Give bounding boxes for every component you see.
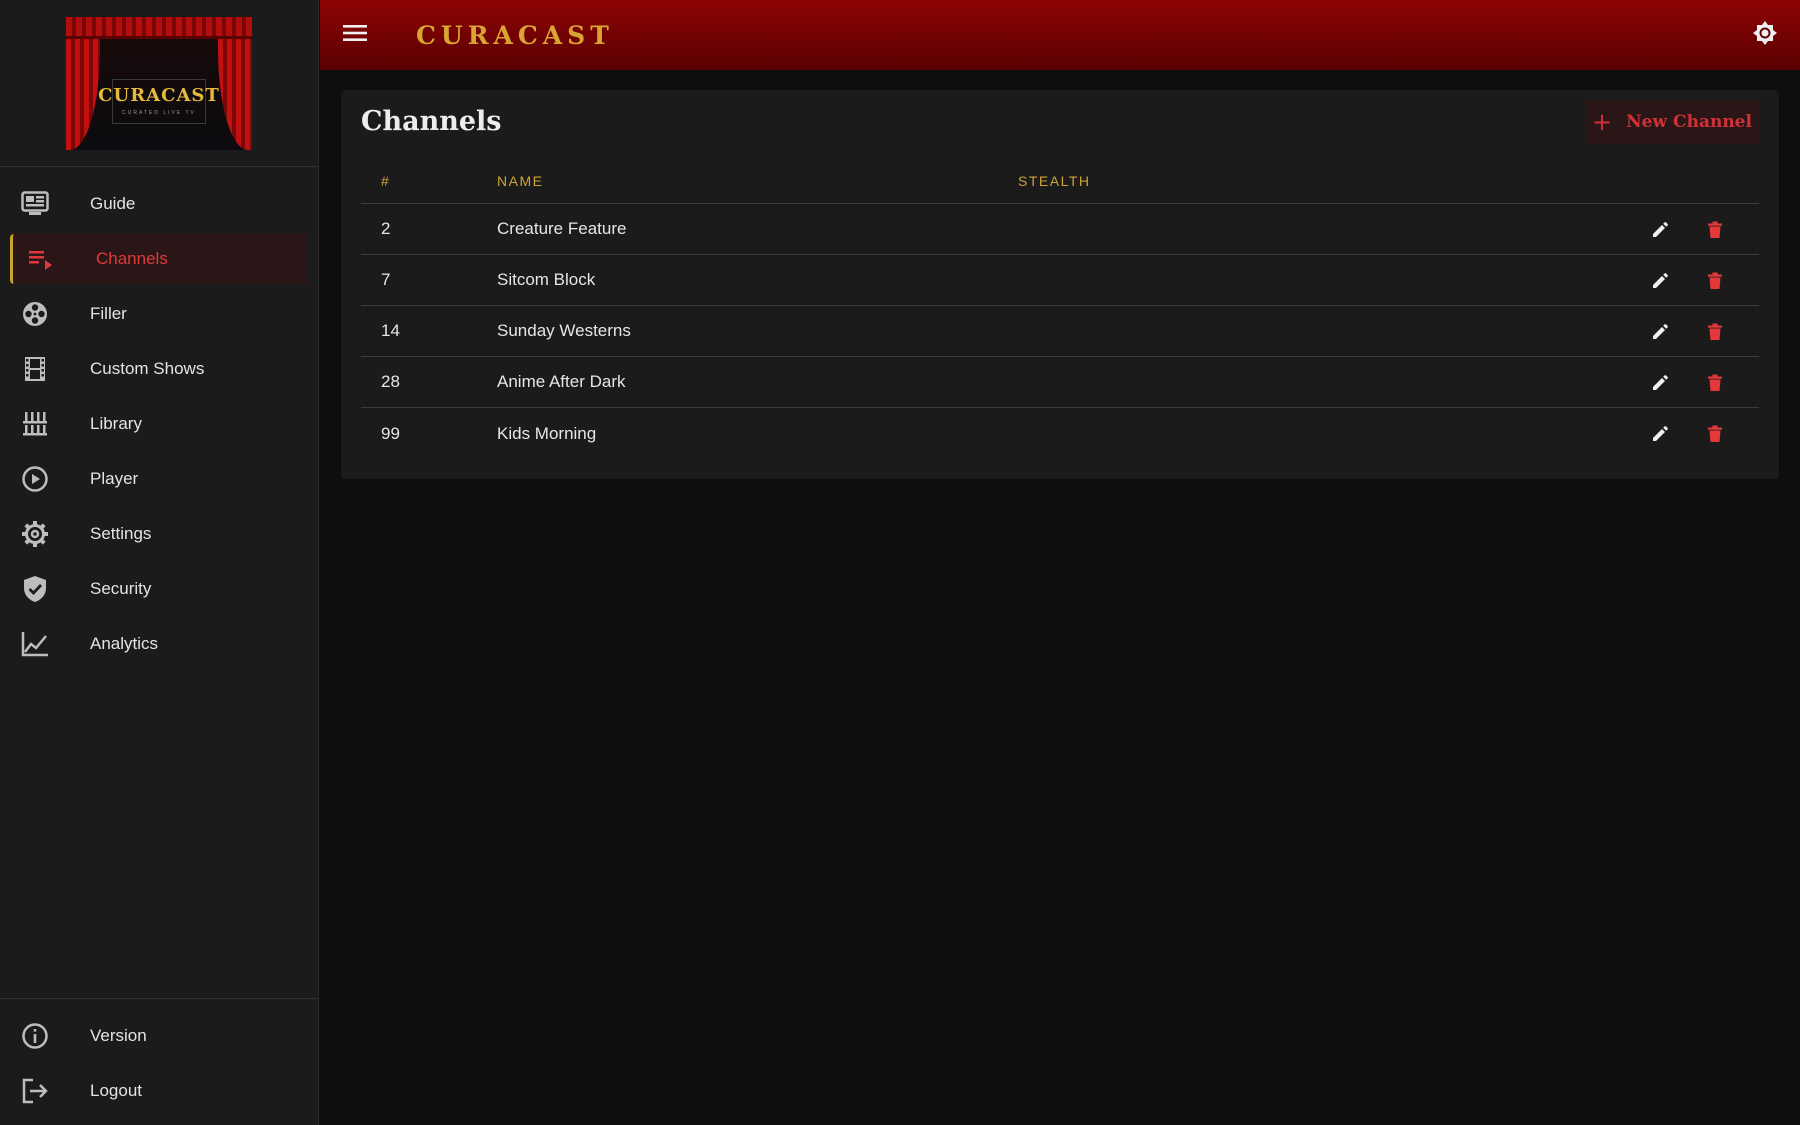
gear-icon	[20, 519, 50, 549]
edit-icon[interactable]	[1648, 422, 1672, 446]
column-header-stealth[interactable]: STEALTH	[1018, 173, 1518, 189]
row-actions	[1617, 255, 1727, 306]
channel-name: Kids Morning	[497, 423, 597, 443]
app-brand-title[interactable]: CURACAST	[416, 21, 614, 50]
channel-name: Sunday Westerns	[497, 321, 631, 340]
logo-area: CURACAST CURATED LIVE TV	[0, 0, 318, 167]
guide-icon	[20, 189, 50, 219]
row-actions	[1617, 306, 1727, 357]
table-row[interactable]: 28 Anime After Dark	[361, 357, 1759, 408]
sidebar: CURACAST CURATED LIVE TV Guide Channels …	[0, 0, 319, 1125]
sidebar-item-label: Settings	[90, 524, 152, 543]
channel-number: 2	[381, 219, 391, 238]
channel-name: Anime After Dark	[497, 372, 626, 391]
table-row[interactable]: 7 Sitcom Block	[361, 255, 1759, 306]
sidebar-item-logout[interactable]: Logout	[10, 1066, 308, 1116]
channel-name: Creature Feature	[497, 219, 627, 238]
sidebar-item-player[interactable]: Player	[10, 454, 308, 504]
channels-table: # NAME STEALTH 2 Creature Feature 7 Sitc…	[361, 158, 1759, 459]
sidebar-item-label: Security	[90, 579, 152, 598]
shield-icon	[20, 574, 50, 604]
table-header: # NAME STEALTH	[361, 158, 1759, 204]
channels-panel: Channels + New Channel # NAME STEALTH 2 …	[341, 90, 1779, 479]
delete-icon[interactable]	[1703, 371, 1727, 395]
edit-icon[interactable]	[1648, 269, 1672, 293]
sidebar-item-label: Custom Shows	[90, 359, 205, 378]
info-icon	[20, 1021, 50, 1051]
film-strip-icon	[20, 354, 50, 384]
sidebar-item-analytics[interactable]: Analytics	[10, 619, 308, 669]
top-app-bar: CURACAST	[320, 0, 1800, 70]
channel-number: 7	[381, 270, 391, 289]
sidebar-item-label: Analytics	[90, 634, 159, 653]
theme-toggle-button[interactable]	[1750, 20, 1780, 50]
edit-icon[interactable]	[1648, 371, 1672, 395]
channels-icon	[26, 244, 56, 274]
sidebar-item-label: Channels	[96, 249, 168, 268]
sidebar-item-filler[interactable]: Filler	[10, 289, 308, 339]
channel-number: 28	[381, 372, 400, 391]
film-reel-icon	[20, 299, 50, 329]
delete-icon[interactable]	[1703, 422, 1727, 446]
sidebar-item-settings[interactable]: Settings	[10, 509, 308, 559]
page-title: Channels	[361, 106, 502, 137]
sidebar-item-label: Guide	[90, 194, 136, 213]
sidebar-item-label: Library	[90, 414, 142, 433]
column-header-number[interactable]: #	[361, 173, 497, 189]
table-row[interactable]: 14 Sunday Westerns	[361, 306, 1759, 357]
sidebar-item-custom-shows[interactable]: Custom Shows	[10, 344, 308, 394]
play-circle-icon	[20, 464, 50, 494]
sidebar-item-channels[interactable]: Channels	[10, 234, 308, 284]
curtain-valance-decoration	[66, 16, 252, 39]
edit-icon[interactable]	[1648, 320, 1672, 344]
sidebar-item-label: Version	[90, 1026, 147, 1045]
delete-icon[interactable]	[1703, 218, 1727, 242]
sidebar-item-label: Filler	[90, 304, 127, 323]
logo-title: CURACAST	[98, 84, 220, 106]
hamburger-menu-icon	[343, 24, 367, 47]
delete-icon[interactable]	[1703, 320, 1727, 344]
new-channel-button[interactable]: + New Channel	[1585, 100, 1759, 144]
library-icon	[20, 409, 50, 439]
row-actions	[1617, 357, 1727, 408]
table-row[interactable]: 2 Creature Feature	[361, 204, 1759, 255]
logo-subtitle: CURATED LIVE TV	[122, 109, 196, 116]
sidebar-item-library[interactable]: Library	[10, 399, 308, 449]
sidebar-item-label: Player	[90, 469, 139, 488]
column-header-name[interactable]: NAME	[497, 173, 1018, 189]
sidebar-item-label: Logout	[90, 1081, 142, 1100]
sidebar-item-guide[interactable]: Guide	[10, 179, 308, 229]
sidebar-item-version[interactable]: Version	[10, 1011, 308, 1061]
edit-icon[interactable]	[1648, 218, 1672, 242]
row-actions	[1617, 408, 1727, 459]
sidebar-bottom-nav: Version Logout	[0, 998, 318, 1121]
row-actions	[1617, 204, 1727, 255]
channel-number: 14	[381, 321, 400, 340]
hamburger-menu-button[interactable]	[340, 20, 370, 50]
app-logo[interactable]: CURACAST CURATED LIVE TV	[66, 16, 252, 150]
logout-icon	[20, 1076, 50, 1106]
table-row[interactable]: 99 Kids Morning	[361, 408, 1759, 459]
sidebar-item-security[interactable]: Security	[10, 564, 308, 614]
delete-icon[interactable]	[1703, 269, 1727, 293]
plus-icon: +	[1592, 108, 1613, 136]
channel-name: Sitcom Block	[497, 270, 596, 289]
new-channel-label: New Channel	[1626, 112, 1752, 132]
channel-number: 99	[381, 423, 400, 443]
sidebar-nav: Guide Channels Filler Custom Shows Libra…	[0, 167, 318, 669]
brightness-icon	[1752, 20, 1778, 51]
line-chart-icon	[20, 629, 50, 659]
